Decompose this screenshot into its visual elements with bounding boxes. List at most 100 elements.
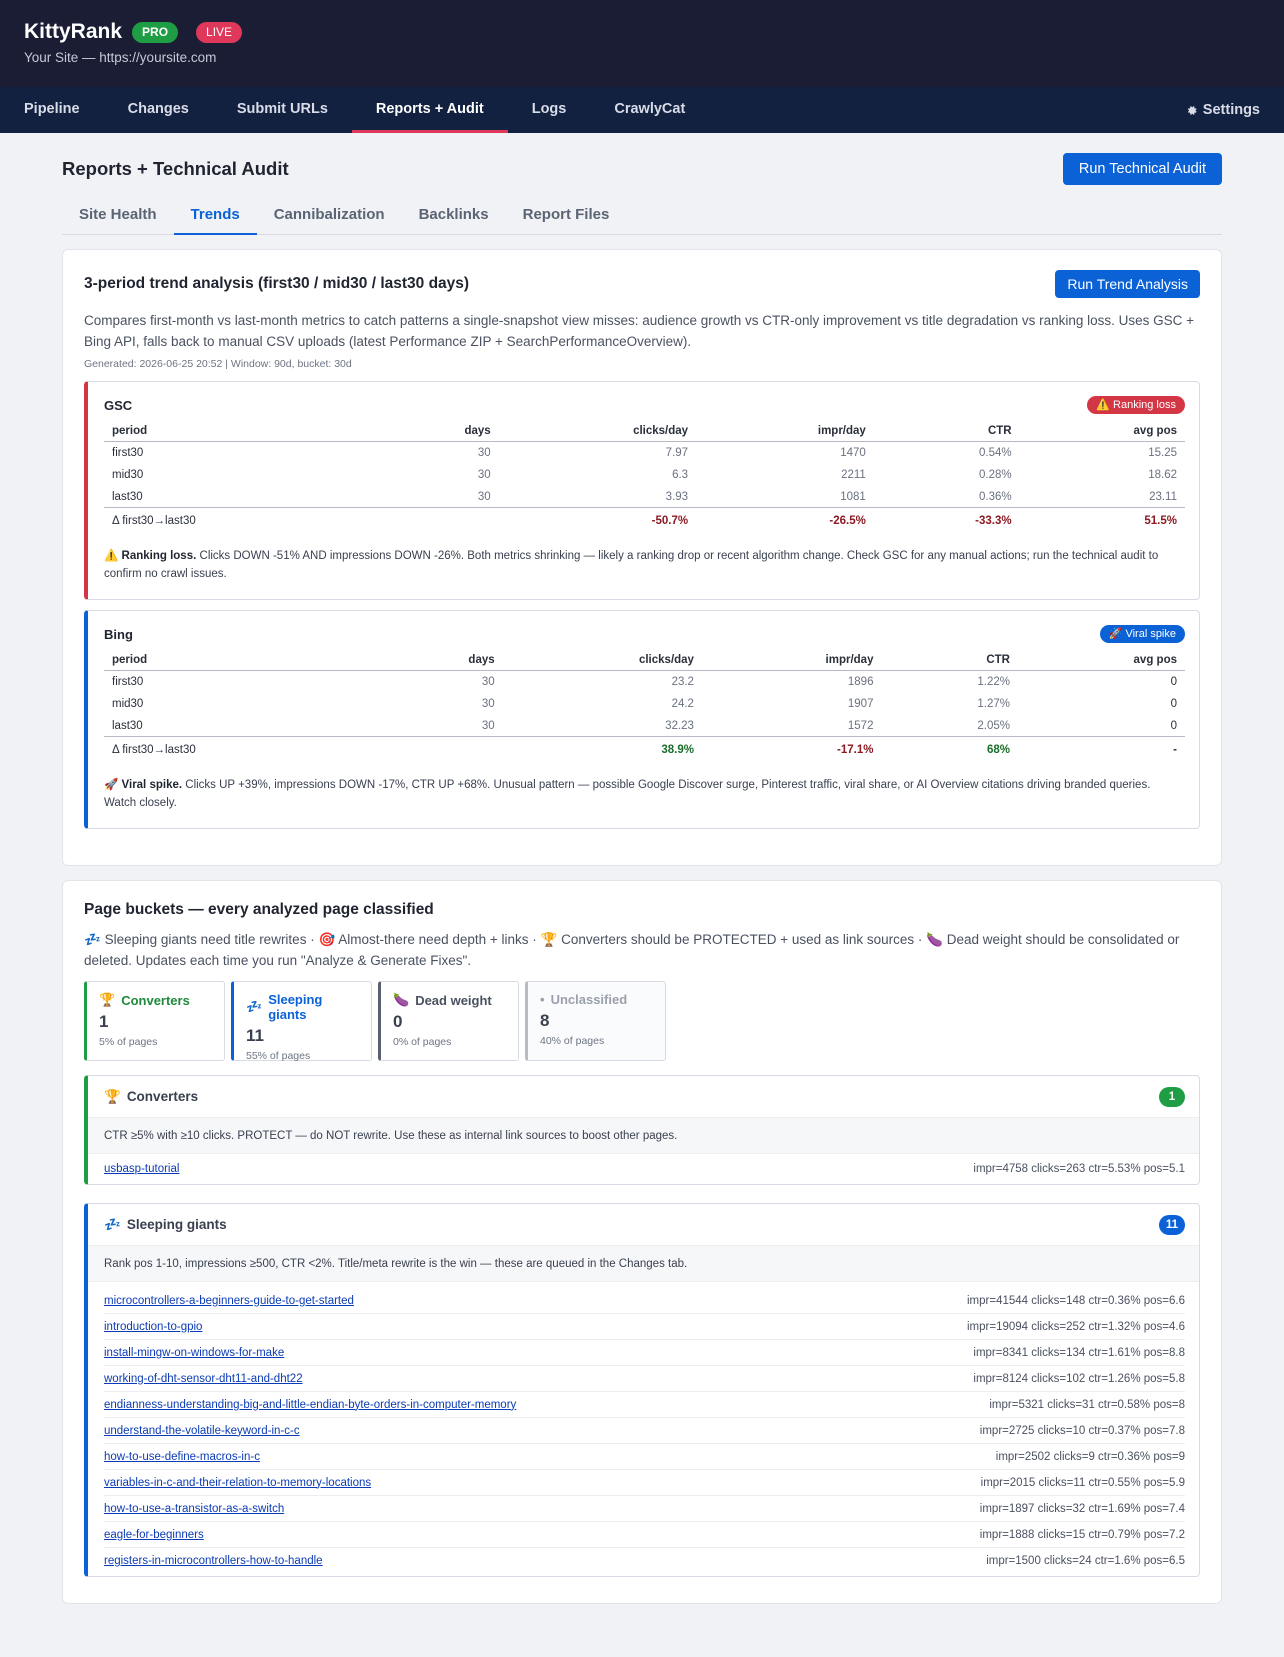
page-link[interactable]: introduction-to-gpio (104, 1321, 202, 1333)
stat-dead-weight[interactable]: 🍆 Dead weight 0 0% of pages (378, 981, 519, 1061)
buckets-intro: 💤 Sleeping giants need title rewrites · … (84, 929, 1200, 971)
col-period: period (104, 649, 385, 671)
note-title: Viral spike. (121, 779, 183, 791)
stat-sleeping-giants[interactable]: 💤 Sleeping giants 11 55% of pages (231, 981, 372, 1062)
cell: 0.28% (979, 469, 1012, 481)
settings-button[interactable]: Settings (1185, 87, 1260, 133)
converters-list: usbasp-tutorial impr=4758 clicks=263 ctr… (88, 1154, 1199, 1184)
cell: 0 (1170, 676, 1177, 689)
cell: 0 (1170, 698, 1177, 710)
bucket-stats: 🏆 Converters 1 5% of pages 💤 Sleeping gian… (84, 981, 1200, 1062)
page-stats: impr=41544 clicks=148 ctr=0.36% pos=6.6 (967, 1294, 1185, 1307)
cell: 7.97 (665, 447, 689, 460)
list-item: understand-the-volatile-keyword-in-c-c im… (104, 1418, 1185, 1444)
page-link[interactable]: understand-the-volatile-keyword-in-c-c (104, 1425, 300, 1437)
page-link[interactable]: install-mingw-on-windows-for-make (104, 1347, 284, 1359)
trend-card: 3-period trend analysis (first30 / mid30… (62, 249, 1222, 866)
nav-logs[interactable]: Logs (508, 87, 591, 133)
cell: 1081 (840, 490, 866, 503)
page-link[interactable]: eagle-for-beginners (104, 1529, 204, 1541)
stat-value: 1 (99, 1012, 109, 1031)
cell: mid30 (112, 698, 144, 710)
stat-label: Converters (121, 992, 190, 1008)
run-technical-audit-button[interactable]: Run Technical Audit (1062, 153, 1222, 185)
nav-pipeline[interactable]: Pipeline (0, 87, 104, 133)
bing-panel: Bing 🚀 Viral spike period days clicks/da… (84, 610, 1200, 829)
cell: 0.54% (979, 447, 1012, 460)
cell: 38.9% (502, 736, 702, 762)
col-days: days (381, 420, 499, 442)
source-name: Bing (104, 626, 133, 642)
page-link[interactable]: working-of-dht-sensor-dht11-and-dht22 (104, 1373, 303, 1385)
nav-crawlycat[interactable]: CrawlyCat (590, 87, 709, 133)
eggplant-icon: 🍆 (926, 932, 943, 947)
tab-backlinks[interactable]: Backlinks (402, 195, 506, 235)
delta-row: Δ first30→last30 38.9% -17.1% 68% - (104, 736, 1185, 762)
col-days: days (384, 649, 503, 671)
stat-value: 11 (246, 1026, 264, 1045)
tab-cannibalization[interactable]: Cannibalization (257, 195, 402, 235)
buckets-title: Page buckets — every analyzed page class… (84, 901, 434, 918)
ranking-loss-badge: ⚠️ Ranking loss (1087, 396, 1185, 414)
count-badge: 11 (1158, 1214, 1185, 1235)
cell: 23.2 (671, 676, 694, 689)
page-link[interactable]: how-to-use-a-transistor-as-a-switch (104, 1503, 284, 1515)
tab-trends[interactable]: Trends (173, 195, 257, 235)
page-link[interactable]: microcontrollers-a-beginners-guide-to-ge… (104, 1295, 354, 1307)
run-trend-analysis-button[interactable]: Run Trend Analysis (1055, 270, 1200, 298)
cell: 2.05% (977, 719, 1010, 732)
page-stats: impr=1888 clicks=15 ctr=0.79% pos=7.2 (979, 1528, 1185, 1541)
intro-text: Converters should be PROTECTED + used as… (561, 932, 923, 947)
tab-site-health[interactable]: Site Health (62, 195, 174, 235)
stat-sub: 55% of pages (246, 1050, 311, 1062)
col-ctr: CTR (873, 420, 1020, 442)
tab-report-files[interactable]: Report Files (506, 195, 627, 235)
nav-changes[interactable]: Changes (104, 87, 213, 133)
cell: 30 (481, 676, 495, 689)
cell: mid30 (112, 469, 144, 481)
page-link[interactable]: how-to-use-define-macros-in-c (104, 1451, 260, 1463)
gear-icon (1187, 105, 1197, 115)
delta-row: Δ first30→last30 -50.7% -26.5% -33.3% 51.5% (104, 507, 1185, 533)
stat-converters[interactable]: 🏆 Converters 1 5% of pages (84, 981, 225, 1061)
col-avgpos: avg pos (1017, 649, 1185, 671)
brand-name: KittyRank (24, 20, 123, 43)
stat-unclassified[interactable]: • Unclassified 8 40% of pages (525, 981, 666, 1061)
cell: 51.5% (1019, 507, 1185, 533)
col-impr: impr/day (696, 420, 874, 442)
cell: 30 (481, 719, 495, 732)
page-link[interactable]: variables-in-c-and-their-relation-to-mem… (104, 1477, 371, 1489)
nav-submit-urls[interactable]: Submit URLs (213, 87, 352, 133)
count-badge: 1 (1159, 1086, 1185, 1107)
col-period: period (104, 420, 382, 442)
cell: 1470 (840, 447, 866, 460)
list-item: endianness-understanding-big-and-little-… (104, 1392, 1185, 1418)
trend-title: 3-period trend analysis (first30 / mid30… (84, 275, 470, 292)
page-stats: impr=1500 clicks=24 ctr=1.6% pos=6.5 (986, 1555, 1185, 1567)
page-link[interactable]: endianness-understanding-big-and-little-… (104, 1399, 516, 1411)
zzz-icon: 💤 (104, 1216, 121, 1232)
cell: 1572 (847, 719, 874, 732)
cell: 24.2 (671, 698, 694, 710)
settings-label: Settings (1202, 102, 1260, 118)
main-nav: Pipeline Changes Submit URLs Reports + A… (0, 87, 1284, 133)
stat-label: Unclassified (550, 992, 628, 1007)
stat-sub: 40% of pages (540, 1035, 605, 1047)
gsc-note: ⚠️ Ranking loss. Clicks DOWN -51% AND im… (104, 547, 1185, 583)
cell: 23.11 (1149, 490, 1177, 503)
page-link[interactable]: usbasp-tutorial (104, 1163, 179, 1175)
stat-label: Dead weight (415, 992, 492, 1008)
note-text: Clicks UP +39%, impressions DOWN -17%, C… (104, 779, 1151, 809)
col-clicks: clicks/day (502, 649, 702, 671)
cell: Δ first30→last30 (104, 736, 385, 762)
cell: 68% (881, 736, 1018, 762)
site-url: Your Site — https://yoursite.com (24, 50, 217, 65)
list-item: how-to-use-define-macros-in-c impr=2502 c… (104, 1444, 1185, 1470)
stat-value: 8 (540, 1011, 550, 1030)
list-item: registers-in-microcontrollers-how-to-han… (104, 1548, 1185, 1574)
zzz-icon: 💤 (84, 932, 101, 947)
table-row: first30 30 7.97 1470 0.54% 15.25 (104, 442, 1185, 464)
page-link[interactable]: registers-in-microcontrollers-how-to-han… (104, 1555, 323, 1567)
nav-reports-audit[interactable]: Reports + Audit (351, 87, 508, 133)
page-stats: impr=2502 clicks=9 ctr=0.36% pos=9 (995, 1450, 1185, 1463)
